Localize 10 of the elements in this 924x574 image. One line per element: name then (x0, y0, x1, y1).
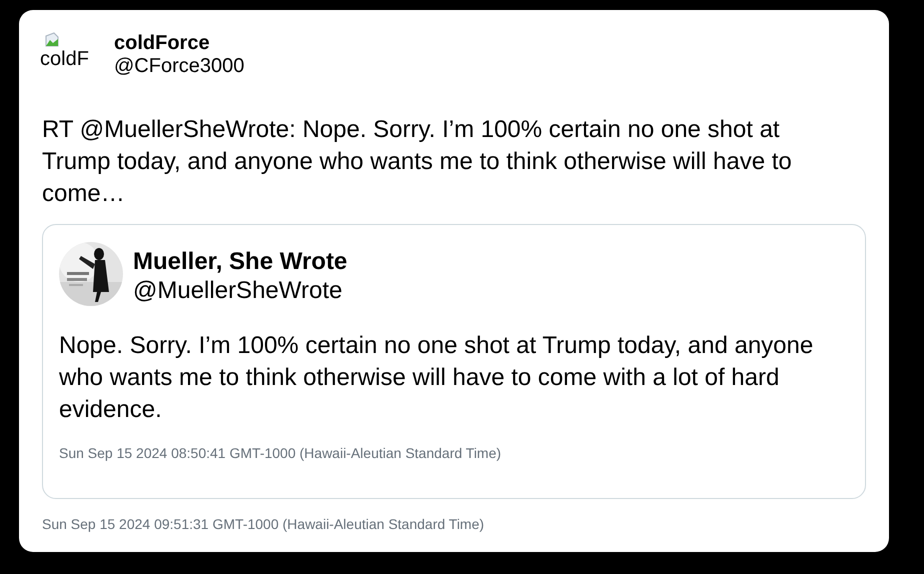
user-name: coldForce (114, 32, 211, 54)
avatar-alt-text: coldF (40, 48, 90, 70)
tweet-text: RT @MuellerSheWrote: Nope. Sorry. I’m 100% certain no one shot at Trump today, and anyone who wants me to think otherwise will have to come… (42, 115, 793, 209)
broken-image-icon (44, 32, 60, 48)
quoted-user-handle: @MuellerSheWrote (133, 276, 344, 306)
tweet-timestamp: Sun Sep 15 2024 09:51:31 GMT-1000 (Hawaii-Aleutian Standard Time) (42, 515, 486, 533)
quoted-timestamp: Sun Sep 15 2024 08:50:41 GMT-1000 (Hawaii-Aleutian Standard Time) (59, 444, 502, 462)
quoted-user-name: Mueller, She Wrote (133, 248, 348, 276)
user-handle: @CForce3000 (114, 54, 244, 78)
quoted-tweet-text: Nope. Sorry. I’m 100% certain no one shot at Trump today, and anyone who wants me to think otherwise will have to come with a lot of hard evidence. (59, 331, 814, 425)
